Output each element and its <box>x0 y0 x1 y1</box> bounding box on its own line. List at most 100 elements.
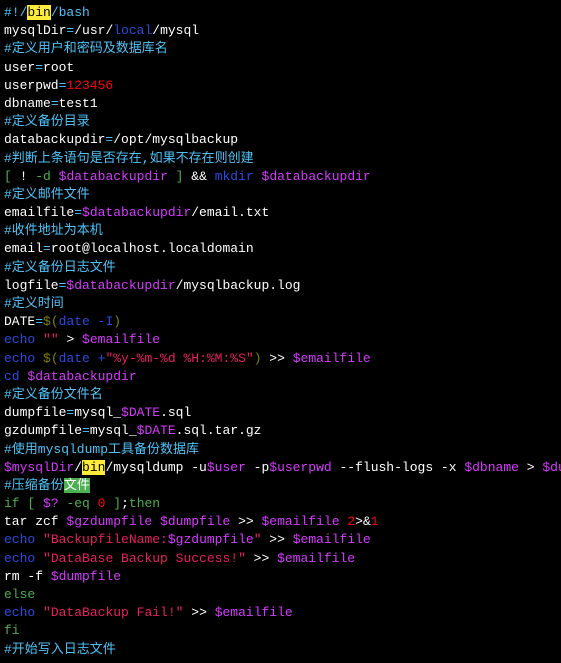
token: $dumpfile <box>160 514 230 529</box>
code-line: #定义备份文件名 <box>4 386 557 404</box>
token: $( <box>43 314 59 329</box>
token: dumpfile <box>4 405 66 420</box>
token <box>35 605 43 620</box>
code-line: email=root@localhost.localdomain <box>4 240 557 258</box>
token: 文件 <box>64 478 90 493</box>
token <box>35 332 43 347</box>
code-line: #判断上条语句是否存在,如果不存在则创建 <box>4 150 557 168</box>
token: .sql <box>160 405 191 420</box>
token: ) <box>254 351 262 366</box>
token: #定义时间 <box>4 296 64 311</box>
code-line: #定义时间 <box>4 295 557 313</box>
token: #定义用户和密码及数据库名 <box>4 41 168 56</box>
token: bin <box>82 460 105 475</box>
code-line: emailfile=$databackupdir/email.txt <box>4 204 557 222</box>
token: /mysqlbackup.log <box>176 278 301 293</box>
token: $dbname <box>464 460 519 475</box>
token: emailfile <box>4 205 74 220</box>
token: = <box>51 96 59 111</box>
token: >> <box>230 514 261 529</box>
token: tar zcf <box>4 514 66 529</box>
token: = <box>74 205 82 220</box>
token: #压缩备份 <box>4 478 64 493</box>
token: email <box>4 241 43 256</box>
code-block: #!/bin/bashmysqlDir=/usr/local/mysql#定义用… <box>4 4 557 659</box>
code-line: tar zcf $gzdumpfile $dumpfile >> $emailf… <box>4 513 557 531</box>
code-line: user=root <box>4 59 557 77</box>
token: $gzdumpfile <box>168 532 254 547</box>
token: -p <box>246 460 269 475</box>
token: >> <box>262 351 293 366</box>
token: /mysqldump -u <box>105 460 206 475</box>
token: $DATE <box>137 423 176 438</box>
token: databackupdir <box>4 132 105 147</box>
token: ] <box>105 496 121 511</box>
code-line: echo "DataBase Backup Success!" >> $emai… <box>4 550 557 568</box>
token: -d <box>35 169 51 184</box>
token: "DataBackup Fail!" <box>43 605 183 620</box>
token: " <box>254 532 262 547</box>
token: dbname <box>4 96 51 111</box>
code-line: DATE=$(date -I) <box>4 313 557 331</box>
code-line: [ ! -d $databackupdir ] && mkdir $databa… <box>4 168 557 186</box>
token: $userpwd <box>269 460 331 475</box>
code-line: echo $(date +"%y-%m-%d %H:%M:%S") >> $em… <box>4 350 557 368</box>
token: $databackupdir <box>66 278 175 293</box>
token <box>35 551 43 566</box>
token: "" <box>43 332 59 347</box>
token: /email.txt <box>191 205 269 220</box>
token: fi <box>4 623 20 638</box>
token <box>90 496 98 511</box>
token: echo <box>4 351 35 366</box>
token: $databackupdir <box>27 369 136 384</box>
token: $user <box>207 460 246 475</box>
token: $emailfile <box>82 332 160 347</box>
token: echo <box>4 551 35 566</box>
code-line: mysqlDir=/usr/local/mysql <box>4 22 557 40</box>
token: [ <box>27 496 43 511</box>
code-line: gzdumpfile=mysql_$DATE.sql.tar.gz <box>4 422 557 440</box>
token: ) <box>113 314 121 329</box>
token: = <box>35 60 43 75</box>
token: cd <box>4 369 20 384</box>
token: date + <box>59 351 106 366</box>
code-line: logfile=$databackupdir/mysqlbackup.log <box>4 277 557 295</box>
token: 1 <box>371 514 379 529</box>
token: $databackupdir <box>262 169 371 184</box>
token: /opt/mysqlbackup <box>113 132 238 147</box>
token <box>35 351 43 366</box>
token: echo <box>4 532 35 547</box>
token: echo <box>4 605 35 620</box>
token: >> <box>183 605 214 620</box>
token: > <box>59 332 82 347</box>
token: mysqlDir <box>4 23 66 38</box>
code-line: fi <box>4 622 557 640</box>
code-line: databackupdir=/opt/mysqlbackup <box>4 131 557 149</box>
token: >> <box>262 532 293 547</box>
token: --flush-logs -x <box>332 460 465 475</box>
token: / <box>74 460 82 475</box>
code-line: dumpfile=mysql_$DATE.sql <box>4 404 557 422</box>
code-line: echo "BackupfileName:$gzdumpfile" >> $em… <box>4 531 557 549</box>
token: = <box>35 314 43 329</box>
token <box>35 532 43 547</box>
code-line: cd $databackupdir <box>4 368 557 386</box>
token: $emailfile <box>293 351 371 366</box>
token <box>152 514 160 529</box>
token: echo <box>4 332 35 347</box>
code-line: #开始写入日志文件 <box>4 641 557 659</box>
token: && <box>183 169 214 184</box>
code-line: dbname=test1 <box>4 95 557 113</box>
token: logfile <box>4 278 59 293</box>
token <box>51 169 59 184</box>
token: #定义邮件文件 <box>4 187 90 202</box>
token: mysql_ <box>90 423 137 438</box>
code-line: #!/bin/bash <box>4 4 557 22</box>
token: = <box>43 241 51 256</box>
code-line: if [ $? -eq 0 ];then <box>4 495 557 513</box>
code-line: rm -f $dumpfile <box>4 568 557 586</box>
token: "BackupfileName: <box>43 532 168 547</box>
token: $dumpfile <box>542 460 561 475</box>
token: $databackupdir <box>59 169 168 184</box>
code-line: else <box>4 586 557 604</box>
